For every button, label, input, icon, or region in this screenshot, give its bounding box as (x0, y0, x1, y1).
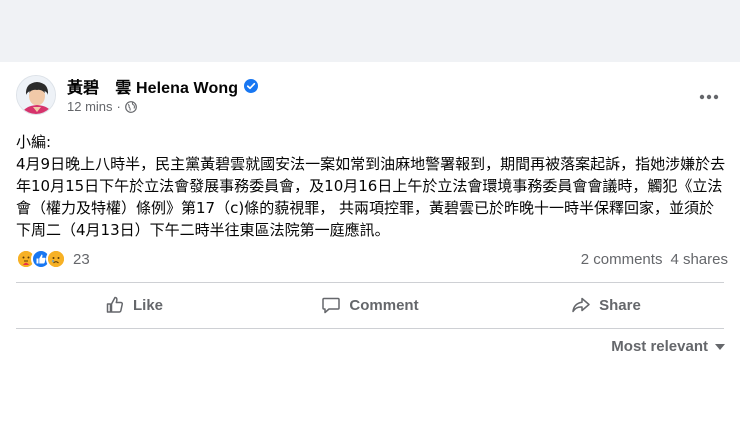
engagement-stats: 2 comments 4 shares (573, 251, 728, 268)
divider-top (16, 282, 724, 283)
shares-count-link[interactable]: 4 shares (670, 251, 728, 268)
post-header: 黃碧 雲 Helena Wong 12 mins · (16, 74, 259, 115)
like-button[interactable]: Like (16, 285, 252, 325)
separator-dot: · (116, 99, 121, 114)
chevron-down-icon (715, 343, 725, 350)
comment-button[interactable]: Comment (252, 285, 488, 325)
sad-reaction-icon (46, 249, 66, 269)
share-label: Share (599, 296, 641, 314)
share-icon (572, 297, 590, 313)
page-background (0, 0, 740, 62)
author-name[interactable]: 黃碧 雲 Helena Wong (67, 74, 238, 98)
more-options-button[interactable] (696, 87, 722, 107)
comments-count-link[interactable]: 2 comments (581, 251, 663, 268)
sort-label: Most relevant (611, 338, 708, 355)
divider-bottom (16, 328, 724, 329)
more-icon (699, 94, 719, 100)
verified-badge-icon (244, 79, 259, 93)
reactions-summary[interactable]: 23 (16, 249, 90, 269)
post-card: 黃碧 雲 Helena Wong 12 mins · 小編: 4月9日晚上八時半… (0, 62, 740, 425)
like-label: Like (132, 296, 163, 314)
comment-label: Comment (349, 296, 419, 314)
post-timestamp[interactable]: 12 mins (67, 99, 113, 114)
comment-icon (322, 297, 341, 314)
share-button[interactable]: Share (488, 285, 724, 325)
reaction-count: 23 (73, 250, 90, 268)
post-body-text: 小編: 4月9日晚上八時半，民主黨黃碧雲就國安法一案如常到油麻地警署報到，期間再… (16, 133, 726, 239)
thumbs-up-icon (106, 296, 124, 313)
reactions-row: 23 2 comments 4 shares (16, 247, 728, 271)
avatar-image (17, 76, 55, 114)
action-bar: Like Comment Share (16, 285, 724, 325)
avatar[interactable] (16, 75, 56, 115)
comment-sort-dropdown[interactable]: Most relevant (611, 338, 726, 355)
globe-icon[interactable] (124, 100, 137, 113)
